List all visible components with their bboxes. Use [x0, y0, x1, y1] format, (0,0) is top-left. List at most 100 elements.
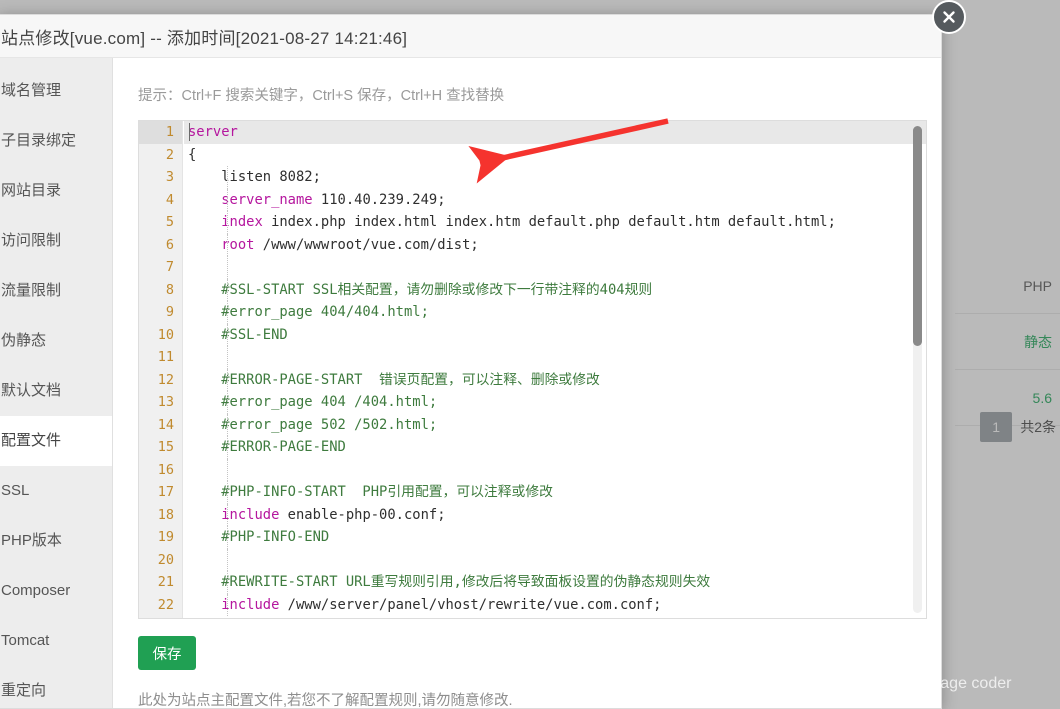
- sidebar-item-8[interactable]: 配置文件: [0, 416, 112, 466]
- sidebar-item-label: 默认文档: [1, 382, 62, 399]
- code-line[interactable]: #error_page 502 /502.html;: [184, 413, 926, 436]
- sidebar-item-4[interactable]: 访问限制: [0, 216, 112, 266]
- text-caret: [189, 123, 190, 141]
- code-token-cm: #error_page 404 /404.html;: [188, 394, 438, 410]
- editor-scrollbar-thumb[interactable]: [913, 126, 922, 346]
- line-number: 4: [165, 191, 174, 208]
- code-line[interactable]: listen 8082;: [184, 166, 926, 189]
- indent-guide: [227, 323, 228, 346]
- sidebar-item-2[interactable]: 子目录绑定: [0, 116, 112, 166]
- sidebar-item-label: Composer: [1, 582, 71, 599]
- line-number: 15: [157, 439, 174, 455]
- sidebar-item-11[interactable]: Composer: [0, 566, 112, 616]
- code-token-txt: enable-php-00.conf;: [279, 506, 446, 523]
- indent-guide: [227, 233, 228, 256]
- sidebar-item-3[interactable]: 网站目录: [0, 166, 112, 216]
- code-token-cm: #PHP-INFO-END: [188, 529, 330, 545]
- indent-guide: [227, 548, 228, 571]
- sidebar-item-9[interactable]: SSL: [0, 466, 112, 516]
- code-token-kw: server: [188, 124, 238, 140]
- line-number: 8: [165, 281, 174, 298]
- sidebar-item-7[interactable]: 默认文档: [0, 366, 112, 416]
- code-token-cm: #SSL-START SSL相关配置，请勿删除或修改下一行带注释的404规则: [188, 281, 653, 298]
- indent-guide: [227, 458, 228, 481]
- line-number: 10: [157, 326, 174, 343]
- code-line[interactable]: #error_page 404 /404.html;: [184, 391, 926, 414]
- code-token-cm: #ERROR-PAGE-START 错误页配置，可以注释、删除或修改: [188, 371, 600, 388]
- code-token-cm: #REWRITE-START URL重写规则引用,修改后将导致面板设置的伪静态规…: [188, 574, 711, 590]
- code-line[interactable]: {: [184, 144, 926, 167]
- indent-guide: [227, 346, 228, 369]
- shortcut-hint: 提示：Ctrl+F 搜索关键字，Ctrl+S 保存，Ctrl+H 查找替换: [138, 88, 505, 104]
- code-line[interactable]: include /www/server/panel/vhost/rewrite/…: [184, 593, 926, 616]
- line-number: 6: [165, 236, 174, 253]
- code-line[interactable]: [184, 458, 926, 481]
- line-number: 2: [165, 146, 174, 163]
- modal-title: 站点修改[vue.com] -- 添加时间[2021-08-27 14:21:4…: [1, 28, 408, 48]
- modal-content: 提示：Ctrl+F 搜索关键字，Ctrl+S 保存，Ctrl+H 查找替换 12…: [113, 58, 941, 708]
- code-line[interactable]: server_name 110.40.239.249;: [184, 188, 926, 211]
- save-button[interactable]: 保存: [138, 636, 196, 670]
- code-line[interactable]: #error_page 404/404.html;: [184, 301, 926, 324]
- sidebar-item-label: 域名管理: [1, 82, 62, 99]
- indent-guide: [227, 256, 228, 279]
- indent-guide: [227, 391, 228, 414]
- modal-body: 域名管理子目录绑定网站目录访问限制 流量限制 伪静态默认文档配置文件 SSL PHP版本…: [0, 58, 941, 708]
- code-token-txt: index.php index.html index.htm default.p…: [262, 214, 836, 230]
- code-line[interactable]: #SSL-START SSL相关配置，请勿删除或修改下一行带注释的404规则: [184, 278, 926, 301]
- line-number: 19: [157, 529, 174, 545]
- code-token-txt: /www/wwwroot/vue.com/dist;: [254, 236, 479, 253]
- code-line[interactable]: #ERROR-PAGE-START 错误页配置，可以注释、删除或修改: [184, 368, 926, 391]
- config-editor[interactable]: 1 2 3 4 5 6 7 8 9 10 11 12 13 14 15 16 17 18 19 20 21 22 serv…: [138, 120, 927, 619]
- indent-guide: [227, 571, 228, 594]
- editor-scrollbar[interactable]: [913, 126, 922, 613]
- sidebar-item-10[interactable]: PHP版本: [0, 516, 112, 566]
- line-number: 7: [165, 259, 174, 275]
- indent-guide: [227, 166, 228, 189]
- code-token-cm: #error_page 404/404.html;: [188, 304, 429, 320]
- sidebar-item-13[interactable]: 重定向: [0, 666, 112, 708]
- code-token-txt: 110.40.239.249;: [312, 191, 446, 208]
- code-line[interactable]: #REWRITE-START URL重写规则引用,修改后将导致面板设置的伪静态规…: [184, 571, 926, 594]
- code-token-cm: #PHP-INFO-START PHP引用配置，可以注释或修改: [188, 484, 553, 500]
- code-line[interactable]: index index.php index.html index.htm def…: [184, 211, 926, 234]
- code-line[interactable]: [184, 548, 926, 571]
- code-token-kw: include: [188, 506, 280, 523]
- indent-guide: [227, 278, 228, 301]
- line-number: 17: [157, 484, 174, 500]
- modal-sidebar: 域名管理子目录绑定网站目录访问限制 流量限制 伪静态默认文档配置文件 SSL PHP版本…: [0, 58, 113, 708]
- sidebar-item-12[interactable]: Tomcat: [0, 616, 112, 666]
- sidebar-item-1[interactable]: 域名管理: [0, 66, 112, 116]
- indent-guide: [227, 503, 228, 526]
- code-line[interactable]: include enable-php-00.conf;: [184, 503, 926, 526]
- indent-guide: [227, 526, 228, 549]
- code-line[interactable]: #ERROR-PAGE-END: [184, 436, 926, 459]
- code-line[interactable]: root /www/wwwroot/vue.com/dist;: [184, 233, 926, 256]
- line-number: 9: [165, 304, 174, 320]
- code-line[interactable]: server: [184, 121, 926, 144]
- code-token-txt: /www/server/panel/vhost/rewrite/vue.com.…: [279, 596, 662, 613]
- code-line[interactable]: [184, 346, 926, 369]
- code-line[interactable]: #PHP-INFO-START PHP引用配置，可以注释或修改: [184, 481, 926, 504]
- indent-guide: [227, 211, 228, 234]
- code-line[interactable]: #PHP-INFO-END: [184, 526, 926, 549]
- code-line[interactable]: #SSL-END: [184, 323, 926, 346]
- line-number: 18: [157, 506, 174, 523]
- sidebar-item-6[interactable]: 伪静态: [0, 316, 112, 366]
- csdn-watermark: CSDN @Cabbage coder: [836, 675, 1012, 692]
- code-line[interactable]: [184, 256, 926, 279]
- sidebar-item-label: 网站目录: [1, 182, 62, 199]
- code-token-kw: include: [188, 596, 280, 613]
- code-token-cm: #error_page 502 /502.html;: [188, 416, 438, 433]
- footer-note: 此处为站点主配置文件,若您不了解配置规则,请勿随意修改.: [138, 693, 513, 709]
- line-number: 5: [165, 214, 174, 230]
- close-icon[interactable]: [932, 0, 966, 34]
- code-token-kw: index: [188, 214, 263, 230]
- sidebar-item-5[interactable]: 流量限制: [0, 266, 112, 316]
- line-number: 12: [157, 371, 174, 388]
- indent-guide: [227, 413, 228, 436]
- indent-guide: [227, 593, 228, 616]
- line-number: 14: [157, 416, 174, 433]
- editor-code-area[interactable]: server { listen 8082; server_name 110.40.…: [184, 121, 926, 618]
- sidebar-item-label: SSL: [1, 482, 30, 499]
